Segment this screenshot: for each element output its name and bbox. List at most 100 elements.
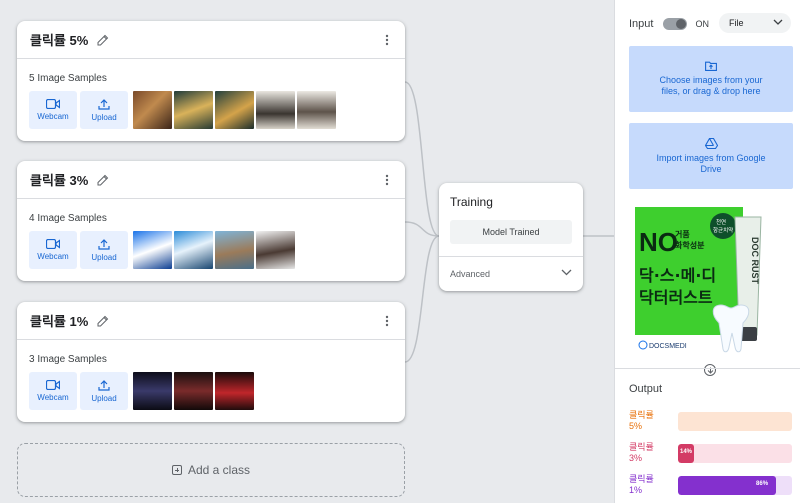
class-card-3: 클릭률 1% 3 Image Samples Webcam Upload <box>17 302 405 422</box>
sample-thumbnail[interactable] <box>174 91 213 129</box>
upload-button[interactable]: Upload <box>80 91 128 129</box>
webcam-label: Webcam <box>37 252 69 261</box>
training-card: Training Model Trained Advanced <box>439 183 583 291</box>
more-vert-icon[interactable] <box>385 34 389 46</box>
webcam-button[interactable]: Webcam <box>29 231 77 269</box>
sample-thumbnail[interactable] <box>174 231 213 269</box>
ad-brand: DOCSMEDI <box>649 343 687 350</box>
class-card-header: 클릭률 3% <box>17 161 405 199</box>
confidence-percent: 14% <box>680 449 693 455</box>
google-drive-icon <box>704 137 718 149</box>
webcam-icon <box>46 380 60 390</box>
sample-thumbnail[interactable] <box>215 231 254 269</box>
samples-count: 5 Image Samples <box>29 73 107 84</box>
more-vert-icon[interactable] <box>385 315 389 327</box>
sample-thumbnails <box>133 231 297 269</box>
output-row-class-1: 클릭률 5% <box>629 410 793 432</box>
confidence-bar <box>678 412 792 431</box>
output-row-class-2: 클릭률 3% 14% <box>629 442 793 464</box>
google-drive-label: Import images from Google Drive <box>656 152 766 174</box>
sample-source-buttons: Webcam Upload <box>29 372 256 410</box>
upload-icon <box>98 98 110 110</box>
output-class-label: 클릭률 3% <box>629 442 654 463</box>
samples-count: 3 Image Samples <box>29 354 107 365</box>
output-class-label: 클릭률 1% <box>629 474 654 495</box>
input-toggle[interactable] <box>663 18 688 30</box>
add-class-label: Add a class <box>187 463 251 477</box>
upload-label: Upload <box>91 112 117 122</box>
samples-count: 4 Image Samples <box>29 213 107 224</box>
webcam-label: Webcam <box>37 112 69 121</box>
upload-icon <box>98 238 110 250</box>
upload-button[interactable]: Upload <box>80 372 128 410</box>
output-row-class-3: 클릭률 1% 86% <box>629 474 793 496</box>
sample-source-buttons: Webcam Upload <box>29 91 338 129</box>
confidence-bar: 86% <box>678 476 792 495</box>
confidence-percent: 86% <box>756 481 769 487</box>
input-source-value: File <box>729 18 744 28</box>
upload-button[interactable]: Upload <box>80 231 128 269</box>
add-class-button[interactable]: Add a class <box>17 443 405 497</box>
sample-thumbnail[interactable] <box>133 231 172 269</box>
sample-thumbnails <box>133 91 338 129</box>
sample-thumbnail[interactable] <box>297 91 336 129</box>
choose-files-label: Choose images from your files, or drag &… <box>659 75 763 96</box>
input-toggle-row: Input ON <box>629 16 709 32</box>
advanced-toggle[interactable]: Advanced <box>439 256 583 291</box>
chevron-down-icon <box>773 19 783 25</box>
webcam-icon <box>46 99 60 109</box>
chevron-down-icon <box>561 269 572 276</box>
upload-label: Upload <box>91 252 117 262</box>
sample-source-buttons: Webcam Upload <box>29 231 297 269</box>
ad-line-2: 닥터러스트 <box>639 288 713 307</box>
google-drive-import[interactable]: Import images from Google Drive <box>629 123 793 189</box>
sample-thumbnail[interactable] <box>215 91 254 129</box>
ad-line-1: 닥·스·메·디 <box>639 266 716 285</box>
sample-thumbnail[interactable] <box>174 372 213 410</box>
ad-headline-small-2: 화학성분 <box>675 240 705 250</box>
choose-files-dropzone[interactable]: Choose images from your files, or drag &… <box>629 46 793 112</box>
upload-label: Upload <box>91 393 117 403</box>
ad-badge-1: 천연 <box>716 218 726 226</box>
class-title[interactable]: 클릭률 1% <box>30 311 88 330</box>
class-title[interactable]: 클릭률 3% <box>30 170 88 189</box>
model-trained-button[interactable]: Model Trained <box>450 220 572 244</box>
sample-thumbnails <box>133 372 256 410</box>
pencil-icon[interactable] <box>97 174 109 186</box>
arrow-down-circle-icon[interactable] <box>704 364 716 376</box>
sample-thumbnail[interactable] <box>133 91 172 129</box>
training-title: Training <box>450 195 493 209</box>
ad-headline-small-1: 거품 <box>675 229 690 239</box>
class-card-header: 클릭률 1% <box>17 302 405 340</box>
preview-panel: Input ON File Choose images from your fi… <box>614 0 800 503</box>
webcam-button[interactable]: Webcam <box>29 91 77 129</box>
sample-thumbnail[interactable] <box>256 231 295 269</box>
add-box-icon <box>171 465 182 475</box>
output-class-label: 클릭률 5% <box>629 410 654 431</box>
webcam-icon <box>46 239 60 249</box>
sample-thumbnail[interactable] <box>256 91 295 129</box>
pencil-icon[interactable] <box>97 315 109 327</box>
ad-badge-2: 항균치약 <box>713 226 733 234</box>
class-card-header: 클릭률 5% <box>17 21 405 59</box>
class-card-1: 클릭률 5% 5 Image Samples Webcam Upload <box>17 21 405 141</box>
advanced-label: Advanced <box>450 269 491 279</box>
upload-icon <box>98 379 110 391</box>
panel-divider <box>615 368 800 369</box>
output-title: Output <box>629 383 663 395</box>
confidence-bar: 14% <box>678 444 792 463</box>
webcam-button[interactable]: Webcam <box>29 372 77 410</box>
class-card-2: 클릭률 3% 4 Image Samples Webcam Upload <box>17 161 405 281</box>
ad-headline-no: NO <box>639 227 678 257</box>
sample-thumbnail[interactable] <box>133 372 172 410</box>
input-source-select[interactable]: File <box>719 13 791 33</box>
toggle-state-label: ON <box>695 19 709 29</box>
class-title[interactable]: 클릭률 5% <box>30 30 88 49</box>
more-vert-icon[interactable] <box>385 174 389 186</box>
input-label: Input <box>629 18 654 30</box>
input-preview-image: NO 거품 화학성분 닥·스·메·디 닥터러스트 천연 항균치약 DOC RUS… <box>635 207 787 355</box>
pencil-icon[interactable] <box>97 34 109 46</box>
folder-upload-icon <box>705 61 717 71</box>
sample-thumbnail[interactable] <box>215 372 254 410</box>
ad-tube-label: DOC RUST <box>750 237 760 285</box>
